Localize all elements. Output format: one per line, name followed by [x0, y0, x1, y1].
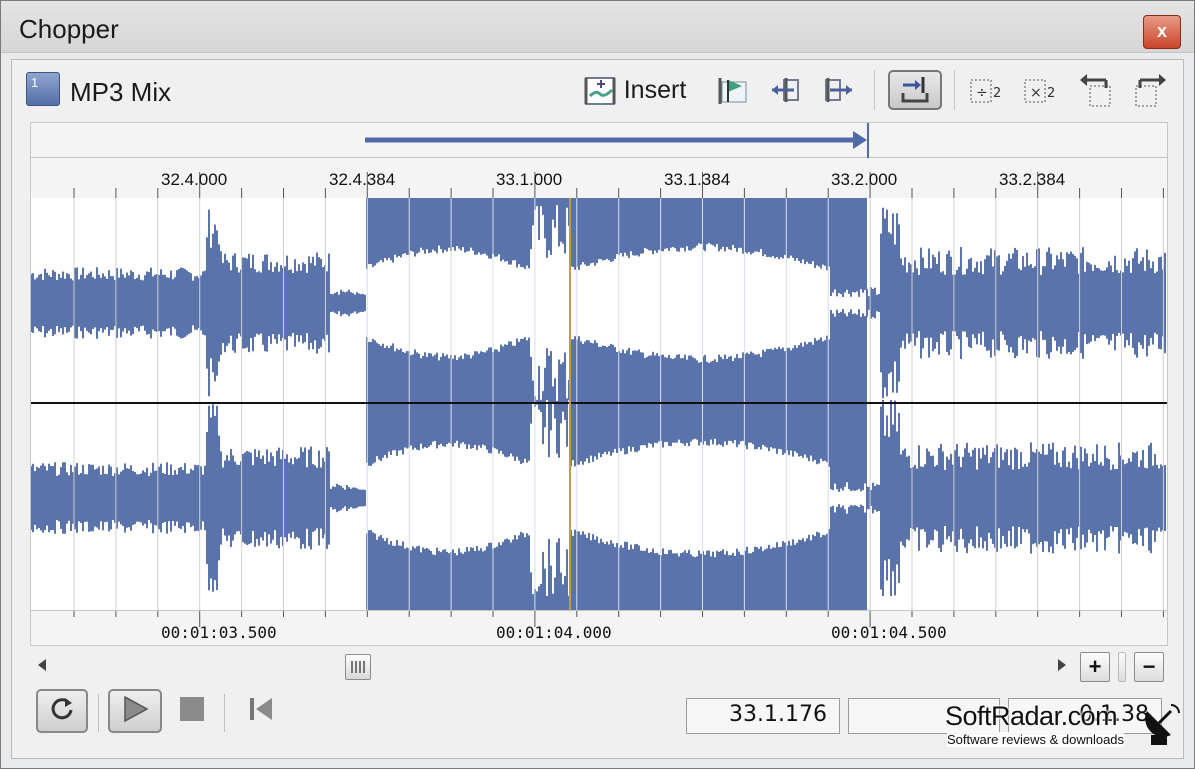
chopper-window: Chopper x 1 MP3 Mix Insert ÷ 2 × 2 32.4.…	[0, 0, 1195, 769]
beat-label: 33.1.000	[496, 170, 563, 189]
transport-separator	[224, 694, 225, 732]
satellite-dish-icon	[1141, 701, 1181, 752]
move-left-icon	[768, 72, 804, 108]
waveform-display[interactable]	[30, 198, 1168, 610]
zoom-divider	[1118, 652, 1126, 682]
beat-label: 33.2.000	[831, 170, 898, 189]
track-number-badge[interactable]: 1	[26, 72, 60, 106]
close-button[interactable]: x	[1143, 15, 1181, 49]
toggle-snap-icon	[897, 73, 933, 107]
svg-text:×: ×	[1030, 85, 1042, 101]
shift-selection-right-button[interactable]	[1128, 72, 1172, 108]
double-icon: × 2	[1021, 72, 1061, 108]
move-selection-right-button[interactable]	[818, 72, 858, 108]
scroll-thumb[interactable]	[345, 654, 371, 680]
move-selection-left-button[interactable]	[766, 72, 806, 108]
insert-label: Insert	[623, 75, 687, 104]
go-to-start-button[interactable]	[240, 689, 280, 733]
beat-ruler[interactable]: 32.4.000 32.4.384 33.1.000 33.1.384 33.2…	[30, 158, 1168, 198]
play-button[interactable]	[108, 689, 162, 733]
time-ruler[interactable]: 00:01:03.500 00:01:04.000 00:01:04.500	[30, 610, 1168, 646]
selection-arrow	[365, 123, 869, 159]
shift-selection-left-button[interactable]	[1074, 72, 1118, 108]
watermark: SoftRadar.com Software reviews & downloa…	[945, 701, 1185, 761]
watermark-tagline: Software reviews & downloads	[947, 732, 1125, 747]
play-icon	[119, 694, 151, 729]
scroll-right-arrow-icon[interactable]	[1058, 659, 1066, 671]
time-label: 00:01:04.500	[831, 623, 947, 642]
timeline[interactable]: 32.4.000 32.4.384 33.1.000 33.1.384 33.2…	[30, 122, 1168, 646]
position-readout[interactable]: 33.1.176	[686, 698, 840, 734]
insert-button[interactable]: Insert	[576, 72, 692, 108]
track-name: MP3 Mix	[70, 77, 172, 107]
transport-separator	[98, 694, 99, 732]
svg-text:2: 2	[1047, 86, 1055, 101]
add-marker-icon	[714, 72, 750, 108]
stereo-waveform	[31, 198, 1167, 610]
shift-left-icon	[1076, 70, 1116, 110]
add-marker-button[interactable]	[712, 72, 752, 108]
title-bar: Chopper x	[1, 1, 1194, 53]
time-label: 00:01:04.000	[496, 623, 612, 642]
stop-icon	[178, 695, 206, 728]
stop-button[interactable]	[172, 689, 212, 733]
horizontal-scrollbar[interactable]: + −	[30, 652, 1180, 682]
zoom-in-button[interactable]: +	[1080, 652, 1110, 682]
beat-label: 32.4.000	[161, 170, 228, 189]
watermark-brand: SoftRadar.com	[945, 701, 1118, 731]
loop-icon	[47, 694, 77, 729]
scroll-left-arrow-icon[interactable]	[38, 659, 46, 671]
toolbar-separator	[874, 70, 875, 110]
zoom-out-button[interactable]: −	[1134, 652, 1164, 682]
time-label: 00:01:03.500	[161, 623, 277, 642]
beat-label: 33.2.384	[999, 170, 1066, 189]
double-selection-button[interactable]: × 2	[1020, 72, 1062, 108]
beat-label: 32.4.384	[329, 170, 396, 189]
window-title: Chopper	[19, 14, 119, 44]
svg-text:÷: ÷	[976, 85, 988, 101]
toggle-snap-button[interactable]	[888, 70, 942, 110]
halve-icon: ÷ 2	[967, 72, 1007, 108]
loop-button[interactable]	[36, 689, 88, 733]
toolbar-separator	[954, 70, 955, 110]
beat-label: 33.1.384	[664, 170, 731, 189]
selection-navigation-bar[interactable]	[30, 122, 1168, 159]
chopper-panel: 1 MP3 Mix Insert ÷ 2 × 2 32.4.000 32.4.3…	[11, 59, 1184, 759]
svg-text:2: 2	[993, 86, 1001, 101]
halve-selection-button[interactable]: ÷ 2	[966, 72, 1008, 108]
shift-right-icon	[1130, 70, 1170, 110]
move-right-icon	[820, 72, 856, 108]
go-to-start-icon	[246, 695, 274, 728]
insert-icon	[582, 72, 618, 108]
